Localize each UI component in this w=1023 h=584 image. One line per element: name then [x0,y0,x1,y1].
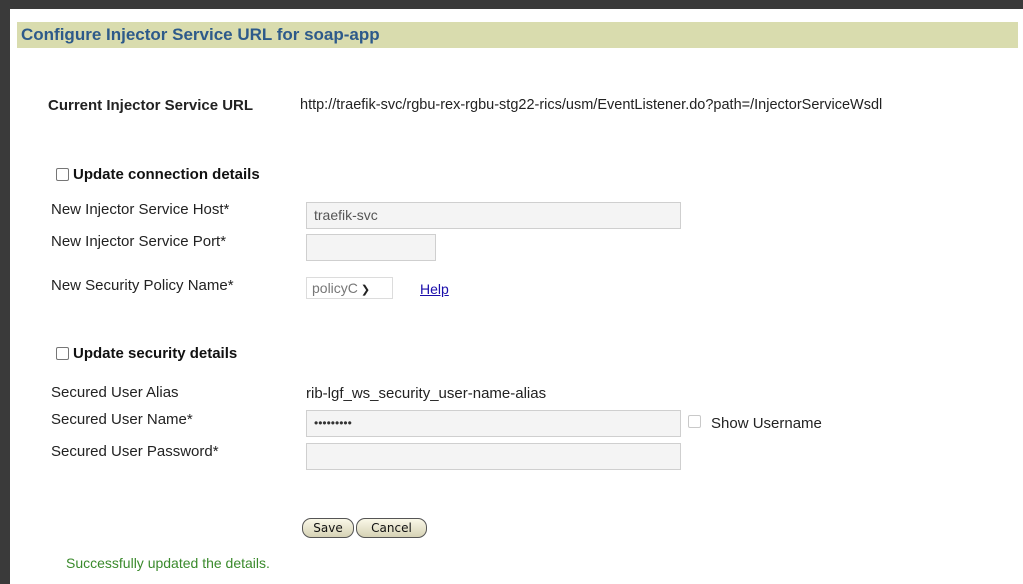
policy-selected-value: policyC [312,280,358,296]
port-label: New Injector Service Port* [51,233,227,250]
chevron-down-icon: ❯ [360,284,371,296]
page-header: Configure Injector Service URL for soap-… [17,22,1018,48]
password-label: Secured User Password* [51,443,219,460]
show-username-label: Show Username [711,415,822,432]
alias-label: Secured User Alias [51,384,179,401]
window-frame-left [0,0,10,584]
policy-select[interactable]: policyC ❯ [306,277,393,299]
host-input[interactable]: traefik-svc [306,202,681,229]
show-username-checkbox[interactable] [688,415,701,428]
policy-label: New Security Policy Name* [51,277,234,294]
update-security-label: Update security details [73,345,238,362]
cancel-button[interactable]: Cancel [356,518,427,538]
current-url-value: http://traefik-svc/rgbu-rex-rgbu-stg22-r… [300,97,883,113]
port-input[interactable] [306,234,436,261]
page-title: Configure Injector Service URL for soap-… [21,25,380,44]
alias-value: rib-lgf_ws_security_user-name-alias [306,385,547,402]
help-link[interactable]: Help [420,281,449,297]
status-message: Successfully updated the details. [66,555,270,571]
save-button[interactable]: Save [302,518,354,538]
window-frame-top [0,0,1023,9]
update-security-section: Update security details [56,345,237,362]
current-url-label: Current Injector Service URL [48,97,254,114]
update-connection-checkbox[interactable] [56,168,69,181]
host-label: New Injector Service Host* [51,201,230,218]
update-connection-label: Update connection details [73,166,260,183]
update-security-checkbox[interactable] [56,347,69,360]
username-input[interactable]: ••••••••• [306,410,681,437]
update-connection-section: Update connection details [56,166,260,183]
username-label: Secured User Name* [51,411,193,428]
password-input[interactable] [306,443,681,470]
